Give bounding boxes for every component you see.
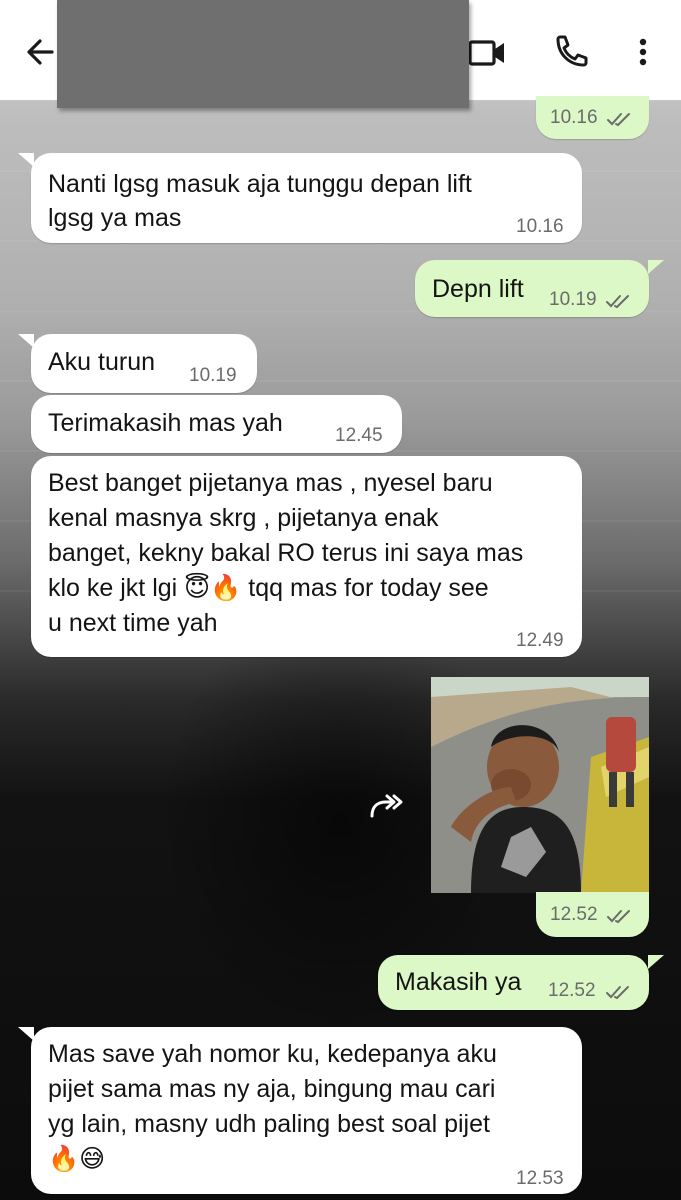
message-text: Makasih ya (395, 968, 522, 996)
bubble-tail (18, 153, 34, 167)
message-bubble-incoming[interactable]: Best banget pijetanya mas , nyesel baru … (31, 456, 582, 657)
message-bubble-outgoing[interactable]: Makasih ya 12.52 (378, 955, 649, 1010)
message-bubble-incoming[interactable]: Terimakasih mas yah 12.45 (31, 395, 402, 453)
message-bubble-incoming[interactable]: Aku turun 10.19 (31, 334, 257, 393)
message-bubble-outgoing[interactable]: 12.52 (536, 892, 649, 937)
message-time: 10.16 (516, 216, 564, 237)
message-text: Depn lift (432, 275, 524, 303)
message-bubble-outgoing[interactable]: 10.16 (536, 96, 649, 139)
message-time: 10.19 (189, 365, 237, 386)
message-time: 12.49 (516, 630, 564, 651)
bubble-tail (18, 1027, 34, 1041)
arrow-left-icon[interactable] (22, 32, 62, 72)
message-text: Terimakasih mas yah (48, 409, 283, 437)
contact-name-redaction (57, 0, 469, 108)
message-time: 10.19 (549, 289, 597, 310)
message-time: 12.52 (548, 980, 596, 1001)
double-check-icon (606, 986, 629, 1000)
message-time: 10.16 (550, 107, 598, 128)
message-bubble-incoming[interactable]: Nanti lgsg masuk aja tunggu depan lift l… (31, 153, 582, 243)
message-text: Aku turun (48, 348, 156, 376)
message-bubble-outgoing[interactable]: Depn lift 10.19 (415, 260, 649, 317)
message-text: Best banget pijetanya mas , nyesel baru … (48, 469, 524, 637)
double-check-icon (607, 113, 630, 127)
more-vert-icon[interactable] (623, 30, 663, 74)
forward-icon[interactable] (366, 788, 406, 822)
video-call-icon[interactable] (467, 30, 507, 74)
message-text: Nanti lgsg masuk aja tunggu depan lift l… (48, 170, 472, 232)
double-check-icon (607, 910, 630, 924)
message-time: 12.45 (335, 425, 383, 446)
message-time: 12.52 (550, 904, 598, 925)
image-message[interactable] (431, 677, 649, 893)
bubble-tail (18, 334, 34, 348)
phone-icon[interactable] (550, 30, 590, 74)
bubble-tail (648, 955, 664, 969)
message-text: Mas save yah nomor ku, kedepanya aku pij… (48, 1040, 497, 1173)
message-bubble-incoming[interactable]: Mas save yah nomor ku, kedepanya aku pij… (31, 1027, 582, 1194)
photo-illustration (431, 677, 649, 893)
message-time: 12.53 (516, 1168, 564, 1189)
bubble-tail (648, 260, 664, 274)
double-check-icon (606, 295, 629, 309)
